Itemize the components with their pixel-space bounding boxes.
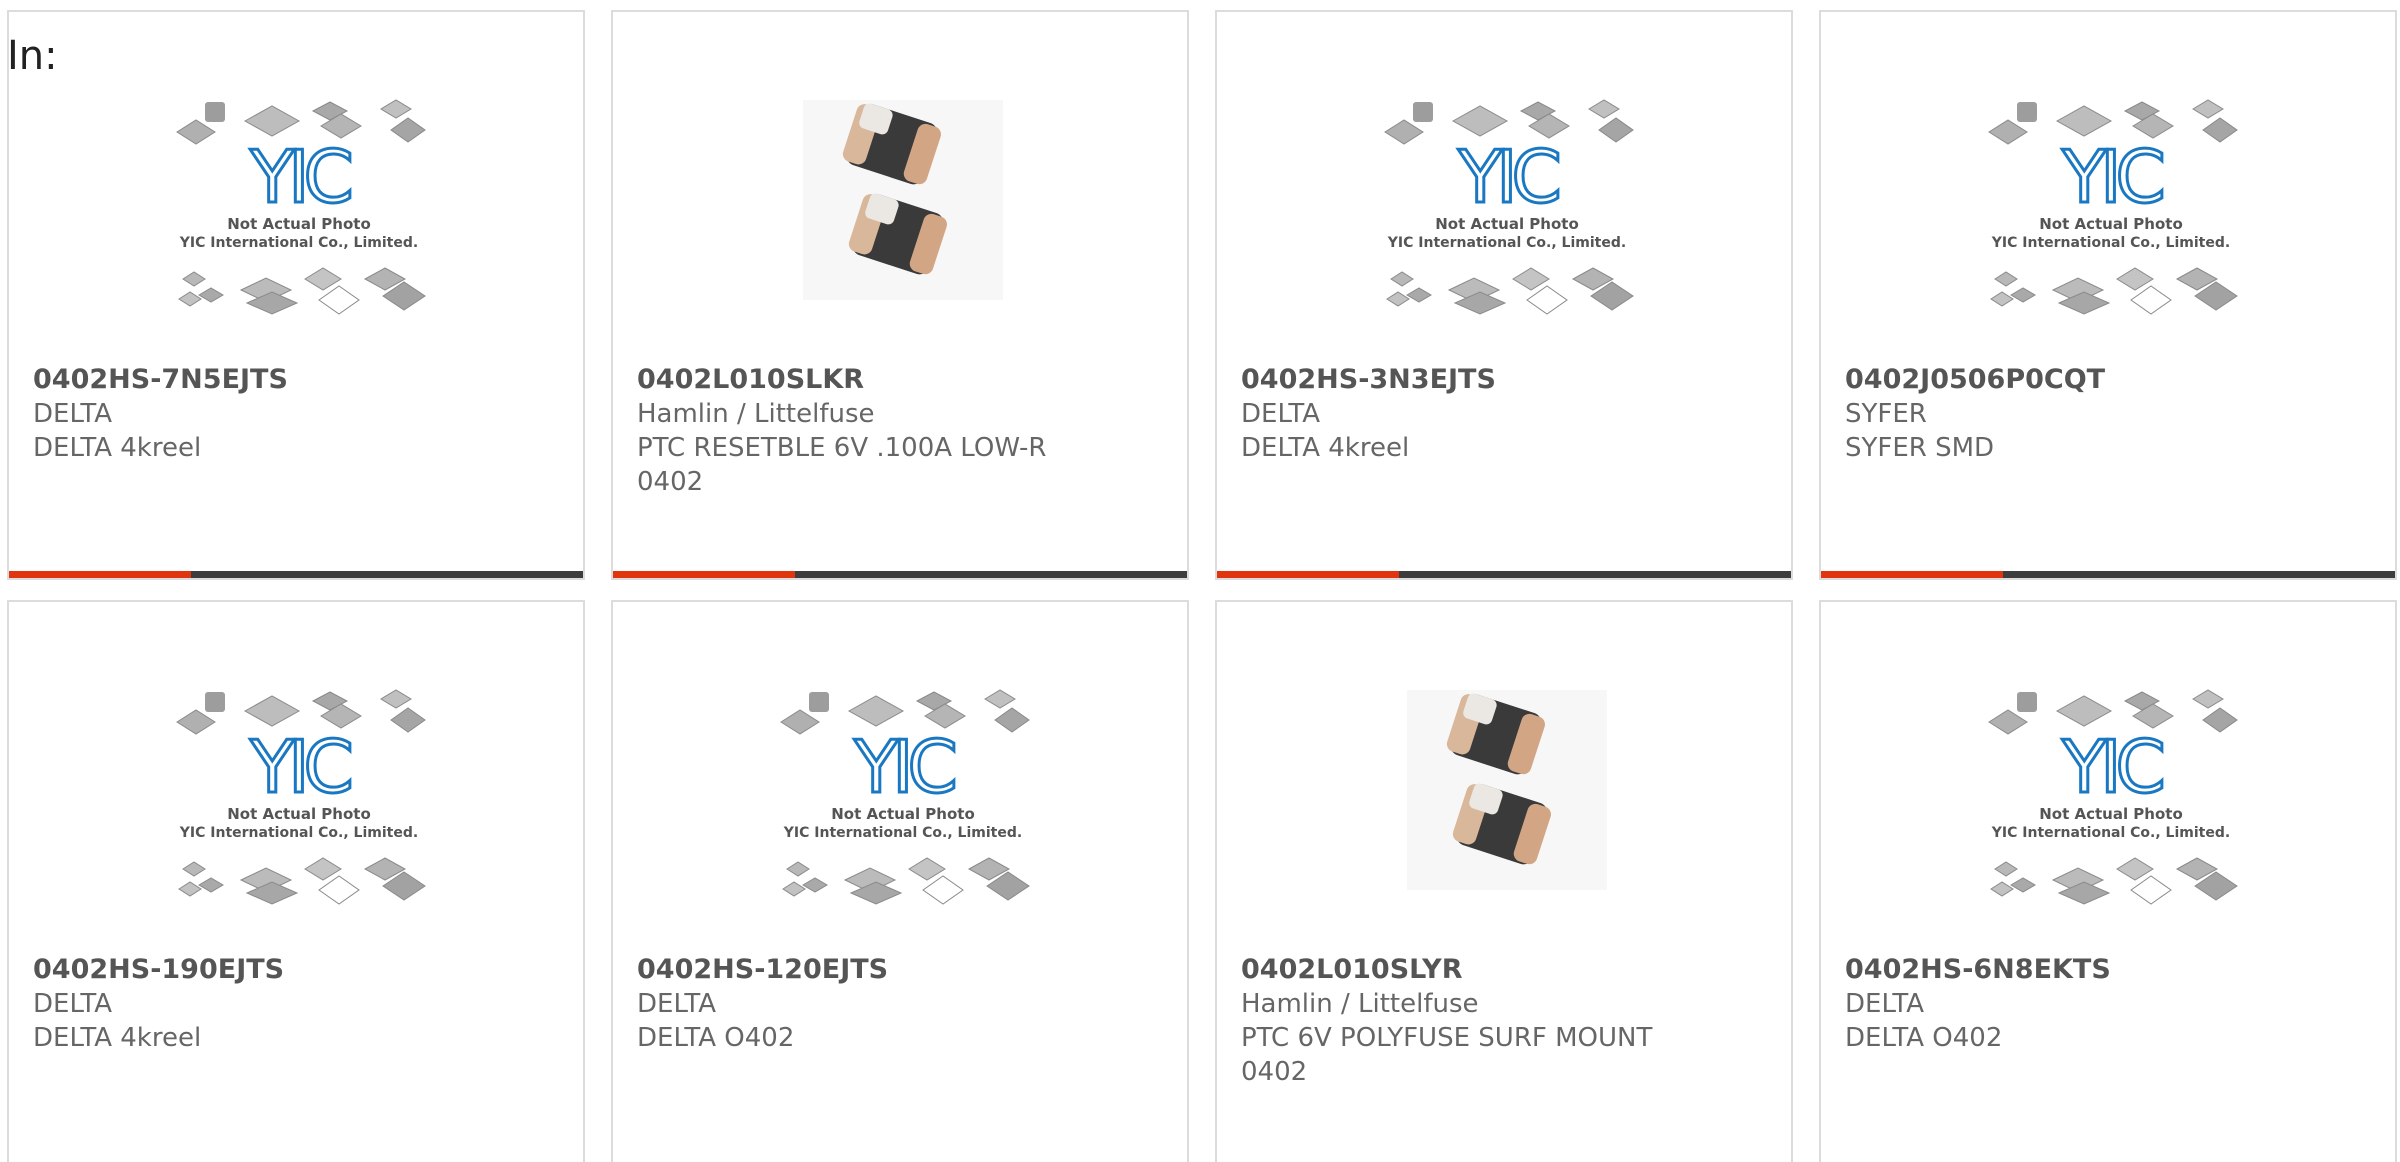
component-photo <box>1407 690 1607 890</box>
part-number[interactable]: 0402J0506P0CQT <box>1845 363 2275 397</box>
product-image <box>773 92 1033 342</box>
product-image: YIC Not Actual Photo YIC International Co.… <box>773 682 1033 932</box>
part-number[interactable]: 0402HS-3N3EJTS <box>1241 363 1671 397</box>
manufacturer: DELTA <box>1845 989 1925 1019</box>
not-actual-photo-text: Not Actual Photo <box>1435 215 1579 233</box>
yic-logo: YIC <box>2061 135 2162 219</box>
manufacturer: SYFER <box>1845 399 1927 429</box>
company-name-text: YIC International Co., Limited. <box>179 825 418 841</box>
company-name-text: YIC International Co., Limited. <box>1387 235 1626 251</box>
company-name-text: YIC International Co., Limited. <box>1991 825 2230 841</box>
company-name-text: YIC International Co., Limited. <box>783 825 1022 841</box>
component-photo <box>803 100 1003 300</box>
product-image: YIC Not Actual Photo YIC International Co.… <box>169 92 429 342</box>
product-card[interactable]: 0402L010SLYR Hamlin / Littelfuse PTC 6V … <box>1215 600 1793 1162</box>
yic-placeholder-logo: YICNot Actual Photo YIC International Co.… <box>176 99 426 315</box>
yic-placeholder-logo: YICNot Actual Photo YIC International Co.… <box>1384 99 1634 315</box>
yic-placeholder-logo: YICNot Actual Photo YIC International Co.… <box>780 689 1030 905</box>
manufacturer: DELTA <box>33 399 113 429</box>
in-label: In: <box>7 33 58 79</box>
product-card[interactable]: YIC Not Actual Photo YIC International Co.… <box>7 600 585 1162</box>
part-number[interactable]: 0402L010SLYR <box>1241 953 1671 987</box>
part-number[interactable]: 0402HS-190EJTS <box>33 953 463 987</box>
manufacturer: DELTA <box>1241 399 1321 429</box>
not-actual-photo-text: Not Actual Photo <box>227 215 371 233</box>
description: DELTA 4kreel <box>33 433 202 463</box>
yic-logo: YIC <box>249 725 350 809</box>
not-actual-photo-text: Not Actual Photo <box>831 805 975 823</box>
description: DELTA 4kreel <box>33 1023 202 1053</box>
not-actual-photo-text: Not Actual Photo <box>2039 805 2183 823</box>
card-accent-bar <box>613 571 795 578</box>
description: PTC RESETBLE 6V .100A LOW-R 0402 <box>637 433 1047 497</box>
card-accent-bar <box>1217 571 1399 578</box>
product-image: YIC Not Actual Photo YIC International Co.… <box>1377 92 1637 342</box>
card-bottom-bar <box>9 571 583 578</box>
not-actual-photo-text: Not Actual Photo <box>2039 215 2183 233</box>
part-number[interactable]: 0402L010SLKR <box>637 363 1067 397</box>
card-accent-bar <box>9 571 191 578</box>
not-actual-photo-text: Not Actual Photo <box>227 805 371 823</box>
product-image: YIC Not Actual Photo YIC International Co.… <box>1981 682 2241 932</box>
product-grid-page: In: YIC Not Actual Photo YIC International… <box>0 0 2400 1162</box>
yic-logo: YIC <box>1457 135 1558 219</box>
yic-logo: YIC <box>2061 725 2162 809</box>
product-card[interactable]: YIC Not Actual Photo YIC International Co.… <box>7 10 585 580</box>
description: DELTA O402 <box>637 1023 795 1053</box>
part-number[interactable]: 0402HS-120EJTS <box>637 953 1067 987</box>
description: SYFER SMD <box>1845 433 1995 463</box>
product-image <box>1377 682 1637 932</box>
company-name-text: YIC International Co., Limited. <box>1991 235 2230 251</box>
description: PTC 6V POLYFUSE SURF MOUNT 0402 <box>1241 1023 1653 1087</box>
yic-placeholder-logo: YICNot Actual Photo YIC International Co.… <box>1988 99 2238 315</box>
part-number[interactable]: 0402HS-7N5EJTS <box>33 363 463 397</box>
card-bottom-bar <box>613 571 1187 578</box>
product-image: YIC Not Actual Photo YIC International Co.… <box>169 682 429 932</box>
manufacturer: DELTA <box>33 989 113 1019</box>
product-image: YIC Not Actual Photo YIC International Co.… <box>1981 92 2241 342</box>
manufacturer: Hamlin / Littelfuse <box>637 399 875 429</box>
company-name-text: YIC International Co., Limited. <box>179 235 418 251</box>
description: DELTA O402 <box>1845 1023 2003 1053</box>
manufacturer: DELTA <box>637 989 717 1019</box>
product-card[interactable]: YIC Not Actual Photo YIC International Co.… <box>1215 10 1793 580</box>
description: DELTA 4kreel <box>1241 433 1410 463</box>
product-card[interactable]: 0402L010SLKR Hamlin / Littelfuse PTC RES… <box>611 10 1189 580</box>
manufacturer: Hamlin / Littelfuse <box>1241 989 1479 1019</box>
yic-placeholder-logo: YICNot Actual Photo YIC International Co.… <box>176 689 426 905</box>
part-number[interactable]: 0402HS-6N8EKTS <box>1845 953 2275 987</box>
card-bottom-bar <box>1821 571 2395 578</box>
yic-logo: YIC <box>853 725 954 809</box>
yic-logo: YIC <box>249 135 350 219</box>
yic-placeholder-logo: YICNot Actual Photo YIC International Co.… <box>1988 689 2238 905</box>
product-card[interactable]: YIC Not Actual Photo YIC International Co.… <box>1819 600 2397 1162</box>
card-bottom-bar <box>1217 571 1791 578</box>
product-card[interactable]: YIC Not Actual Photo YIC International Co.… <box>1819 10 2397 580</box>
card-accent-bar <box>1821 571 2003 578</box>
product-card[interactable]: YIC Not Actual Photo YIC International Co.… <box>611 600 1189 1162</box>
